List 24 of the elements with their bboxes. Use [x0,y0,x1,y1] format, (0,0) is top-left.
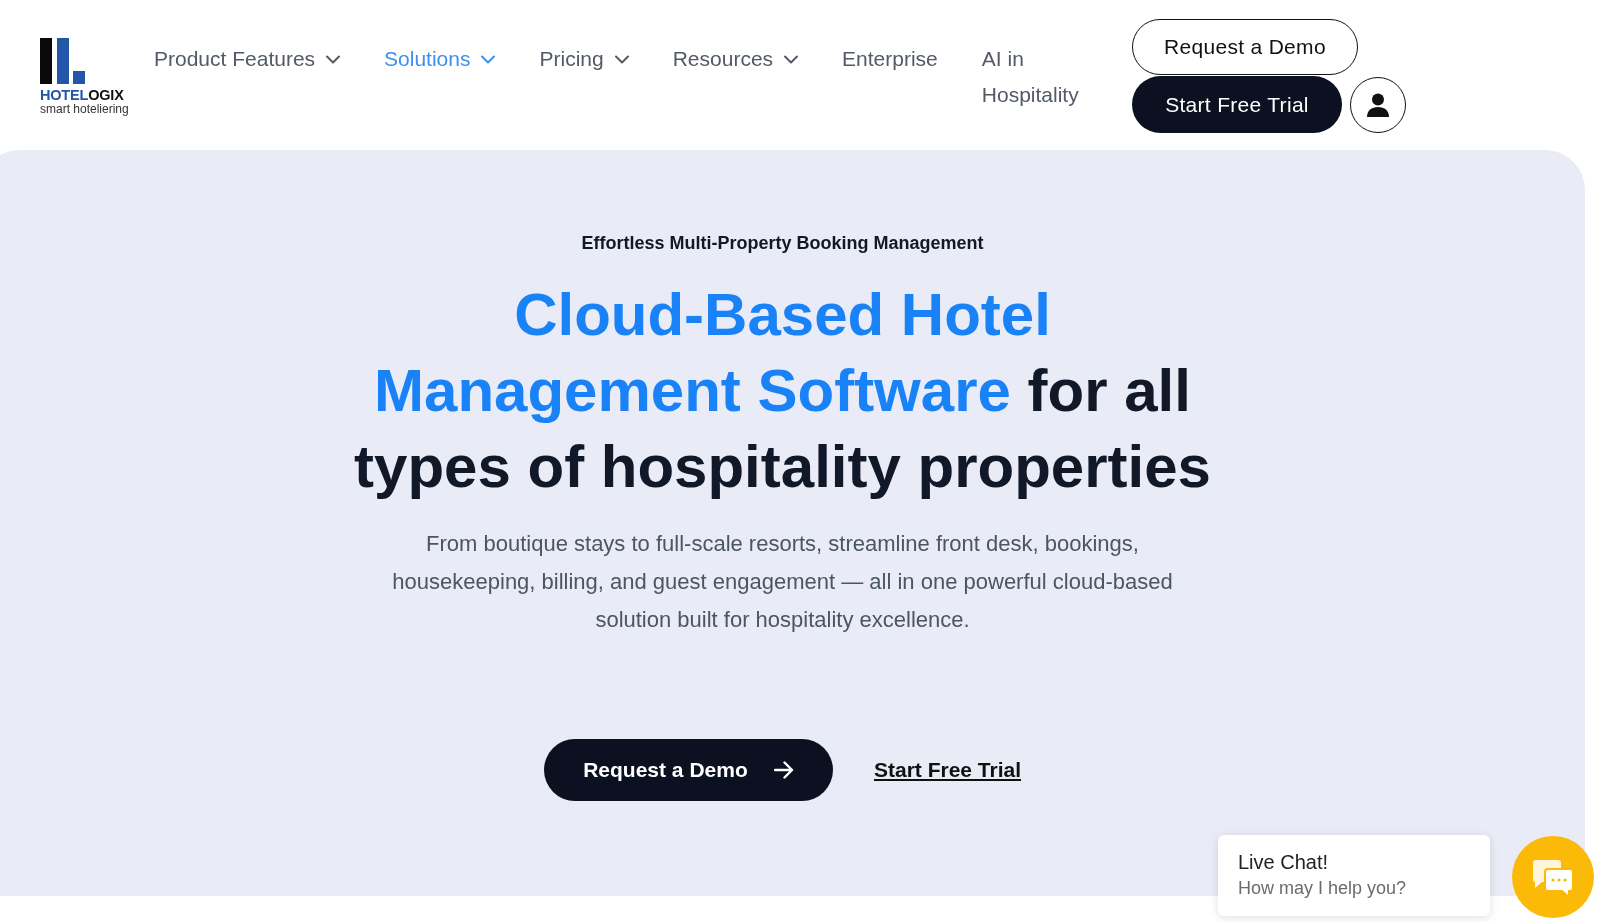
chevron-down-icon[interactable] [784,54,799,64]
free-trial-button[interactable]: Start Free Trial [1132,76,1342,133]
chat-title: Live Chat! [1238,850,1330,875]
logo-bars-icon[interactable] [40,38,85,84]
person-icon[interactable] [1367,92,1389,117]
request-demo-button[interactable]: Request a Demo [1132,19,1358,75]
nav-link[interactable]: AI in Hospitality [981,41,1100,113]
arrow-right-icon[interactable] [773,761,794,779]
chat-bubble[interactable]: Live Chat! How may I help you? [1218,835,1490,916]
chevron-down-icon[interactable] [326,54,341,64]
free-trial-link[interactable]: Start Free Trial [873,754,1022,786]
nav-link[interactable]: Enterprise [842,41,938,77]
nav-link[interactable]: Product Features [154,41,341,77]
hero-description: From boutique stays to full-scale resorts, streamline front desk, bookings, housekeeping, billing, and guest engagement — all in one powerful cloud-based solution built for hospitality excellence. [391,530,1174,634]
nav-link[interactable]: Resources [672,41,799,77]
logo-tagline: smart hoteliering [40,103,130,116]
chevron-down-icon[interactable] [614,54,629,64]
nav-link[interactable]: Pricing [539,41,629,77]
hero-heading: Cloud-Based Hotel Management Software for all types of hospitality properties [353,280,1212,502]
hero-eyebrow: Effortless Multi-Property Booking Management [580,232,985,255]
request-demo-button[interactable]: Request a Demo [543,739,833,801]
logo-wordmark[interactable]: HOTELOGIX [40,88,132,103]
chevron-down-icon[interactable] [481,54,496,64]
chat-subtitle: How may I help you? [1238,877,1408,900]
